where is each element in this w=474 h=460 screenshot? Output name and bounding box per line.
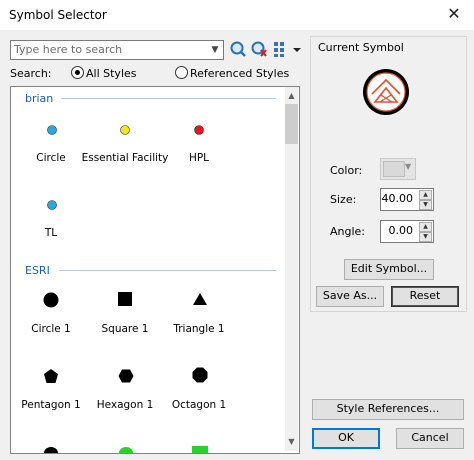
scrollbar-thumb[interactable] bbox=[285, 104, 298, 144]
chevron-down-icon[interactable]: ▼ bbox=[208, 42, 222, 58]
symbol-item-partial[interactable] bbox=[42, 442, 60, 453]
window-title: Symbol Selector bbox=[9, 8, 107, 22]
group-divider bbox=[61, 98, 276, 99]
save-as-button[interactable]: Save As... bbox=[316, 286, 384, 307]
symbol-item[interactable]: Octagon 1 bbox=[159, 363, 249, 419]
close-icon[interactable]: ✕ bbox=[440, 3, 468, 27]
style-references-button[interactable]: Style References... bbox=[312, 399, 464, 420]
size-stepper[interactable]: 40.00 ▲ ▼ bbox=[380, 188, 434, 211]
edit-symbol-button[interactable]: Edit Symbol... bbox=[344, 259, 434, 280]
decrement-icon[interactable]: ▼ bbox=[419, 232, 432, 242]
symbol-label: Triangle 1 bbox=[173, 323, 225, 335]
angle-value[interactable]: 0.00 bbox=[389, 224, 414, 237]
group-header-esri: ESRI bbox=[25, 264, 50, 277]
current-symbol-preview bbox=[361, 67, 411, 117]
color-swatch bbox=[383, 161, 405, 177]
referenced-styles-radio[interactable] bbox=[175, 66, 188, 79]
size-label: Size: bbox=[330, 193, 357, 206]
group-header-brian: brian bbox=[25, 92, 54, 105]
angle-stepper[interactable]: 0.00 ▲ ▼ bbox=[380, 220, 434, 243]
scroll-down-icon[interactable]: ▼ bbox=[285, 437, 298, 446]
chevron-down-icon: ▼ bbox=[405, 162, 412, 171]
increment-icon[interactable]: ▲ bbox=[419, 190, 432, 200]
reset-button[interactable]: Reset bbox=[391, 286, 459, 307]
group-divider bbox=[59, 270, 276, 271]
scroll-up-icon[interactable]: ▲ bbox=[285, 91, 298, 100]
all-styles-radio[interactable] bbox=[71, 66, 84, 79]
referenced-styles-label[interactable]: Referenced Styles bbox=[190, 67, 289, 80]
search-icon[interactable] bbox=[229, 40, 247, 58]
search-input[interactable] bbox=[14, 42, 204, 57]
symbol-item[interactable]: HPL bbox=[159, 115, 249, 175]
color-picker[interactable]: ▼ bbox=[380, 158, 416, 180]
symbol-label: HPL bbox=[188, 152, 210, 164]
all-styles-label[interactable]: All Styles bbox=[86, 67, 137, 80]
size-value[interactable]: 40.00 bbox=[382, 192, 414, 205]
search-options-label: Search: bbox=[10, 67, 52, 80]
color-label: Color: bbox=[330, 164, 363, 177]
symbol-item[interactable]: Triangle 1 bbox=[159, 283, 249, 343]
symbol-label: Octagon 1 bbox=[171, 399, 227, 411]
search-combobox[interactable]: ▼ bbox=[10, 40, 224, 60]
clear-search-icon[interactable] bbox=[250, 40, 268, 58]
angle-label: Angle: bbox=[330, 225, 366, 238]
decrement-icon[interactable]: ▼ bbox=[419, 200, 432, 210]
cancel-button[interactable]: Cancel bbox=[396, 428, 464, 449]
current-symbol-heading: Current Symbol bbox=[318, 41, 404, 54]
symbol-item[interactable]: TL bbox=[11, 191, 101, 241]
ok-button[interactable]: OK bbox=[312, 428, 380, 449]
symbol-list[interactable]: brian Circle Essential Facility HPL TL E… bbox=[10, 86, 300, 454]
view-options-icon[interactable] bbox=[273, 40, 303, 58]
symbol-item-partial[interactable] bbox=[117, 442, 135, 453]
increment-icon[interactable]: ▲ bbox=[419, 222, 432, 232]
symbol-item-partial[interactable] bbox=[191, 442, 209, 453]
symbol-label: TL bbox=[44, 227, 58, 239]
